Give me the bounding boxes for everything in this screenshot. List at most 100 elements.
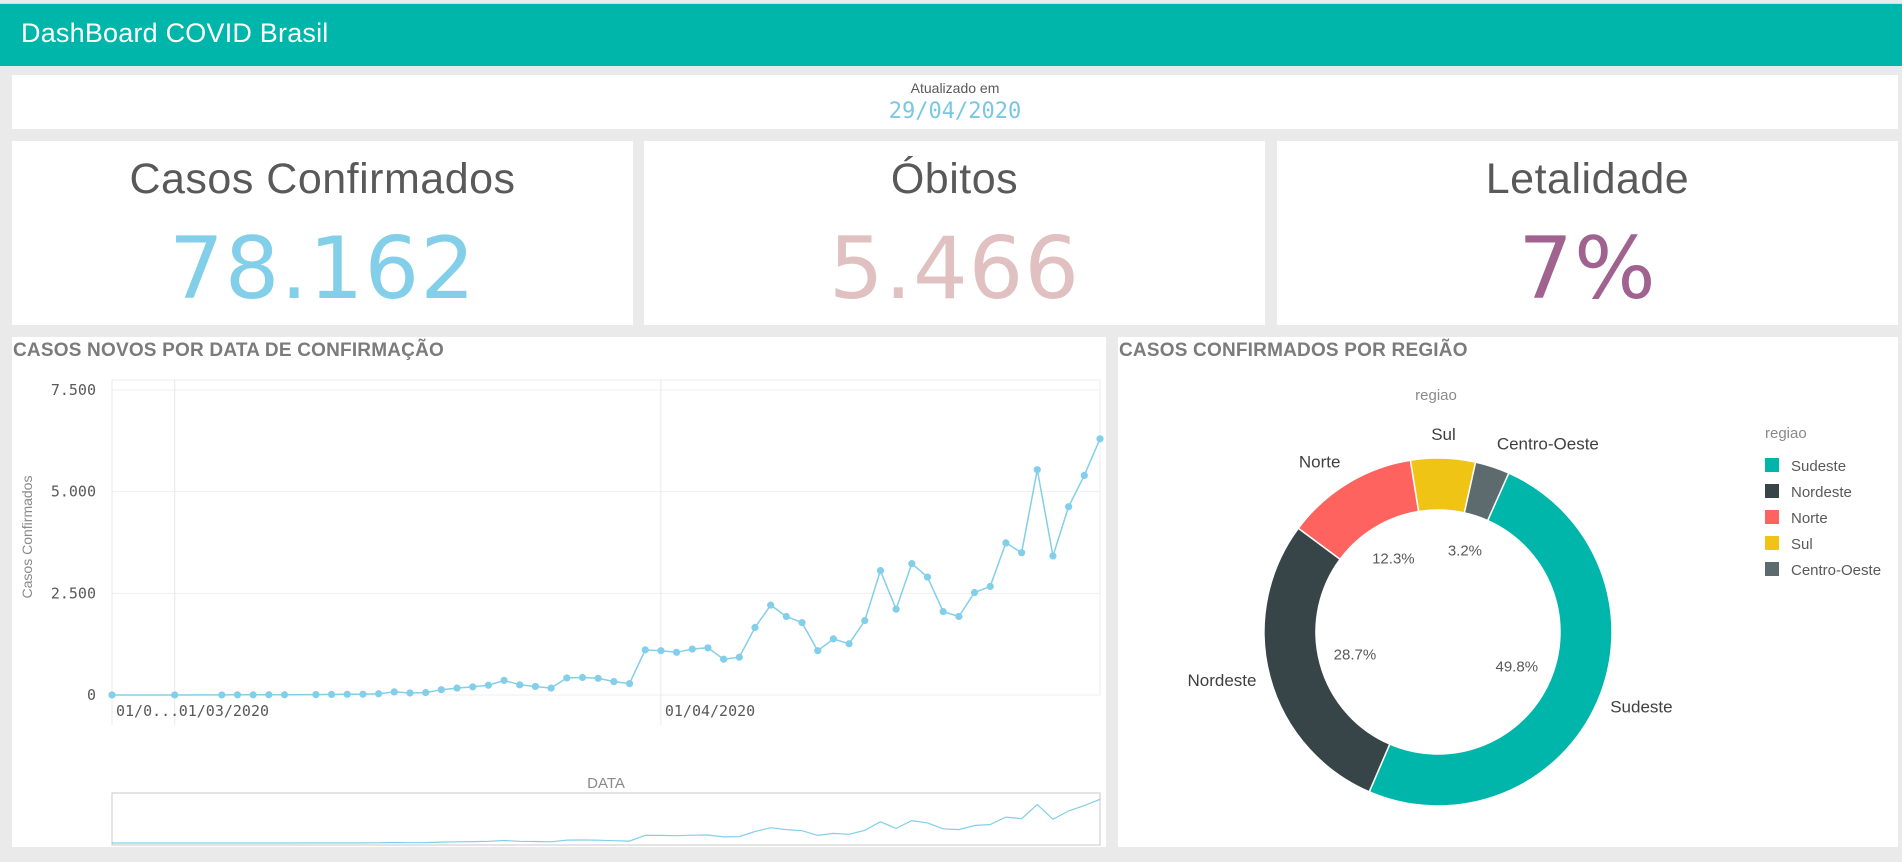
legend-item[interactable]: Sudeste (1765, 458, 1846, 475)
scroll-navigator[interactable] (111, 792, 1101, 846)
data-point[interactable] (767, 601, 775, 609)
data-point[interactable] (171, 691, 179, 699)
data-point[interactable] (233, 691, 242, 699)
data-point[interactable] (422, 688, 430, 697)
data-point[interactable] (516, 681, 524, 689)
data-point[interactable] (1049, 552, 1057, 560)
data-point[interactable] (955, 612, 963, 621)
data-point[interactable] (359, 690, 367, 698)
data-point[interactable] (1065, 503, 1073, 511)
y-tick-label: 0 (87, 686, 96, 704)
x-tick-label: 01/0... (116, 702, 179, 720)
app-title: DashBoard COVID Brasil (21, 18, 329, 48)
plot-area (111, 379, 1101, 696)
data-point[interactable] (437, 686, 445, 694)
legend-label: Sul (1791, 536, 1813, 553)
data-point[interactable] (406, 689, 414, 697)
data-point[interactable] (829, 635, 837, 643)
data-point[interactable] (249, 691, 257, 699)
slice-percent-label: 28.7% (1334, 646, 1377, 663)
data-point[interactable] (672, 648, 681, 656)
data-point[interactable] (625, 680, 634, 688)
legend-swatch (1765, 562, 1779, 576)
kpi-deaths[interactable]: Óbitos 5.466 (644, 141, 1265, 325)
donut-slice[interactable] (1368, 472, 1613, 807)
data-point[interactable] (610, 677, 618, 686)
data-point[interactable] (594, 674, 602, 682)
donut-title: regiao (1415, 387, 1457, 404)
data-point[interactable] (484, 681, 492, 689)
y-tick-label: 2.500 (51, 584, 96, 602)
y-axis-label: Casos Confirmados (19, 476, 35, 599)
data-point[interactable] (390, 688, 398, 696)
data-point[interactable] (1033, 466, 1041, 474)
data-point[interactable] (547, 684, 555, 692)
slice-category-label: Centro-Oeste (1497, 434, 1599, 453)
x-axis-label: DATA (587, 775, 625, 792)
updated-panel: Atualizado em 29/04/2020 (12, 75, 1898, 129)
data-point[interactable] (265, 691, 273, 699)
data-point[interactable] (735, 653, 743, 661)
updated-date: 29/04/2020 (888, 99, 1022, 124)
data-point[interactable] (531, 682, 540, 691)
donut-chart-panel[interactable]: CASOS CONFIRMADOS POR REGIÃO regiao 49.8… (1118, 337, 1898, 847)
line-chart[interactable]: 7.500 5.000 2.500 0 01/0... 01/03/2020 01/04/… (12, 337, 1106, 847)
slice-category-label: Norte (1299, 452, 1341, 471)
data-point[interactable] (751, 623, 759, 632)
donut-chart[interactable]: regiao 49.8% 28.7% 12.3% 3.2% Sudeste Nordes… (1118, 337, 1898, 847)
data-point[interactable] (218, 691, 226, 699)
data-point[interactable] (970, 588, 979, 597)
data-point[interactable] (986, 582, 994, 591)
slice-percent-label: 12.3% (1372, 550, 1415, 567)
data-point[interactable] (1096, 435, 1104, 443)
x-tick-label: 01/04/2020 (665, 702, 755, 720)
data-point[interactable] (657, 647, 665, 655)
data-point[interactable] (500, 676, 508, 684)
kpi-lethality[interactable]: Letalidade 7% (1277, 141, 1898, 325)
line-chart-panel[interactable]: CASOS NOVOS POR DATA DE CONFIRMAÇÃO 7.50… (12, 337, 1106, 847)
kpi-confirmed-cases[interactable]: Casos Confirmados 78.162 (12, 141, 633, 325)
legend-item[interactable]: Norte (1765, 510, 1828, 527)
x-tick-label: 01/03/2020 (179, 702, 269, 720)
legend-title: regiao (1765, 425, 1807, 442)
data-point[interactable] (1017, 549, 1026, 557)
kpi-value: 78.162 (169, 219, 476, 319)
updated-label: Atualizado em (910, 80, 1000, 96)
data-point[interactable] (343, 690, 351, 698)
data-point[interactable] (939, 608, 947, 616)
data-point[interactable] (720, 655, 728, 663)
data-point[interactable] (469, 683, 477, 691)
legend-item[interactable]: Sul (1765, 536, 1813, 553)
data-point[interactable] (782, 612, 790, 621)
data-point[interactable] (892, 605, 900, 613)
y-tick-label: 7.500 (51, 381, 96, 399)
data-point[interactable] (641, 646, 649, 654)
slice-category-label: Sudeste (1610, 697, 1672, 716)
data-point[interactable] (280, 691, 289, 699)
data-point[interactable] (688, 645, 696, 653)
data-point[interactable] (814, 647, 822, 655)
data-point[interactable] (453, 684, 461, 692)
data-point[interactable] (312, 691, 320, 699)
data-point[interactable] (861, 616, 869, 625)
data-point[interactable] (108, 691, 116, 699)
data-point[interactable] (578, 673, 587, 682)
data-point[interactable] (923, 573, 932, 581)
data-point[interactable] (908, 560, 916, 568)
data-point[interactable] (327, 690, 336, 699)
series-line (112, 438, 1101, 696)
data-point[interactable] (563, 674, 571, 682)
kpi-title: Letalidade (1485, 155, 1690, 203)
slice-category-label: Nordeste (1187, 671, 1256, 690)
legend-swatch (1765, 484, 1779, 498)
data-point[interactable] (876, 566, 885, 575)
legend-swatch (1765, 458, 1779, 472)
legend-item[interactable]: Centro-Oeste (1765, 562, 1881, 579)
legend-item[interactable]: Nordeste (1765, 484, 1852, 501)
data-point[interactable] (798, 619, 806, 627)
data-point[interactable] (1080, 471, 1088, 479)
data-point[interactable] (704, 644, 712, 652)
data-point[interactable] (375, 690, 383, 698)
data-point[interactable] (1002, 539, 1010, 547)
data-point[interactable] (845, 640, 853, 648)
